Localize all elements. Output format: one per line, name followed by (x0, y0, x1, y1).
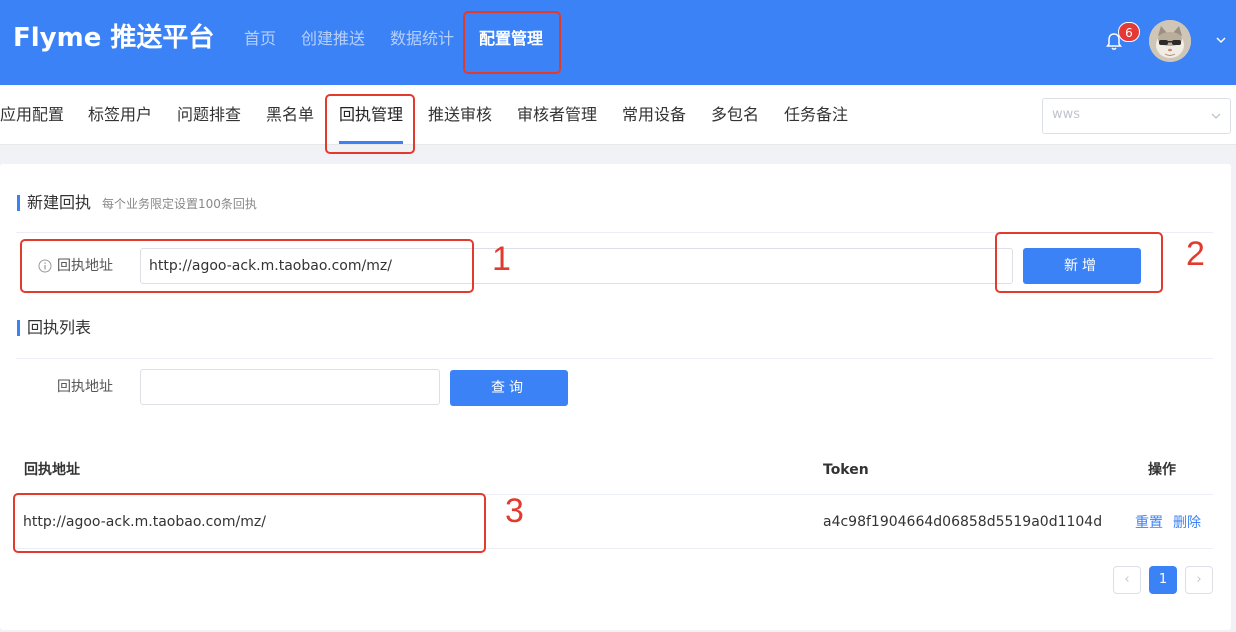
active-tab-indicator (339, 141, 403, 144)
chevron-down-icon (1211, 113, 1221, 119)
app-select[interactable]: wws (1042, 98, 1231, 134)
row-token: a4c98f1904664d06858d5519a0d1104d (823, 514, 1103, 530)
row-url: http://agoo-ack.m.taobao.com/mz/ (23, 514, 266, 530)
tab-troubleshoot[interactable]: 问题排查 (177, 103, 241, 127)
tab-blacklist[interactable]: 黑名单 (266, 103, 314, 127)
nav-create-push[interactable]: 创建推送 (301, 26, 365, 52)
column-header-token: Token (823, 462, 869, 478)
pagination-prev-button[interactable]: ‹ (1113, 566, 1141, 594)
table-row-divider (16, 548, 1213, 549)
sub-nav: 应用配置 标签用户 问题排查 黑名单 回执管理 推送审核 审核者管理 常用设备 … (0, 85, 1236, 145)
tab-push-review[interactable]: 推送审核 (428, 103, 492, 127)
search-receipt-url-input[interactable] (140, 369, 440, 405)
avatar[interactable] (1149, 20, 1191, 62)
column-header-url: 回执地址 (24, 462, 80, 478)
tab-receipt-management[interactable]: 回执管理 (339, 103, 403, 127)
tab-app-config[interactable]: 应用配置 (0, 103, 64, 127)
create-section-hint: 每个业务限定设置100条回执 (102, 197, 257, 211)
create-section-title-text: 新建回执 (27, 193, 92, 212)
main-card: 新建回执 每个业务限定设置100条回执 回执地址 新增 回执列表 回执地址 查询… (0, 164, 1231, 630)
divider (16, 232, 1213, 233)
annotation-number-3: 3 (505, 492, 524, 530)
cat-avatar-icon (1149, 20, 1191, 62)
table-header-divider (16, 494, 1213, 495)
pagination-page-button[interactable]: 1 (1149, 566, 1177, 594)
annotation-number-2: 2 (1186, 235, 1205, 273)
nav-config-management[interactable]: 配置管理 (479, 26, 543, 52)
nav-statistics[interactable]: 数据统计 (390, 26, 454, 52)
column-header-actions: 操作 (1148, 462, 1176, 478)
pagination-next-button[interactable]: › (1185, 566, 1213, 594)
section-marker (17, 320, 20, 336)
section-marker (17, 195, 20, 211)
search-button[interactable]: 查询 (450, 370, 568, 406)
app-logo: Flyme 推送平台 (13, 23, 215, 53)
add-receipt-button[interactable]: 新增 (1023, 248, 1141, 284)
app-select-value: wws (1052, 107, 1081, 122)
tab-common-devices[interactable]: 常用设备 (622, 103, 686, 127)
tab-task-notes[interactable]: 任务备注 (784, 103, 848, 127)
reset-link[interactable]: 重置 (1135, 513, 1163, 533)
nav-home[interactable]: 首页 (244, 26, 276, 52)
create-receipt-url-input[interactable] (140, 248, 1013, 284)
list-section-title: 回执列表 (17, 318, 217, 338)
info-icon (38, 259, 52, 273)
tab-multi-package[interactable]: 多包名 (711, 103, 759, 127)
create-section-title: 新建回执 每个业务限定设置100条回执 (17, 193, 417, 213)
tab-tag-users[interactable]: 标签用户 (88, 103, 152, 127)
annotation-number-1: 1 (492, 240, 511, 278)
search-receipt-url-label: 回执地址 (57, 379, 113, 395)
delete-link[interactable]: 删除 (1173, 513, 1201, 533)
tab-reviewer-management[interactable]: 审核者管理 (517, 103, 597, 127)
notification-badge: 6 (1118, 22, 1140, 42)
top-bar: Flyme 推送平台 首页 创建推送 数据统计 配置管理 6 (0, 0, 1236, 85)
divider (16, 358, 1213, 359)
list-section-title-text: 回执列表 (27, 318, 92, 337)
create-receipt-url-label: 回执地址 (57, 258, 113, 274)
chevron-down-icon[interactable] (1214, 33, 1228, 47)
